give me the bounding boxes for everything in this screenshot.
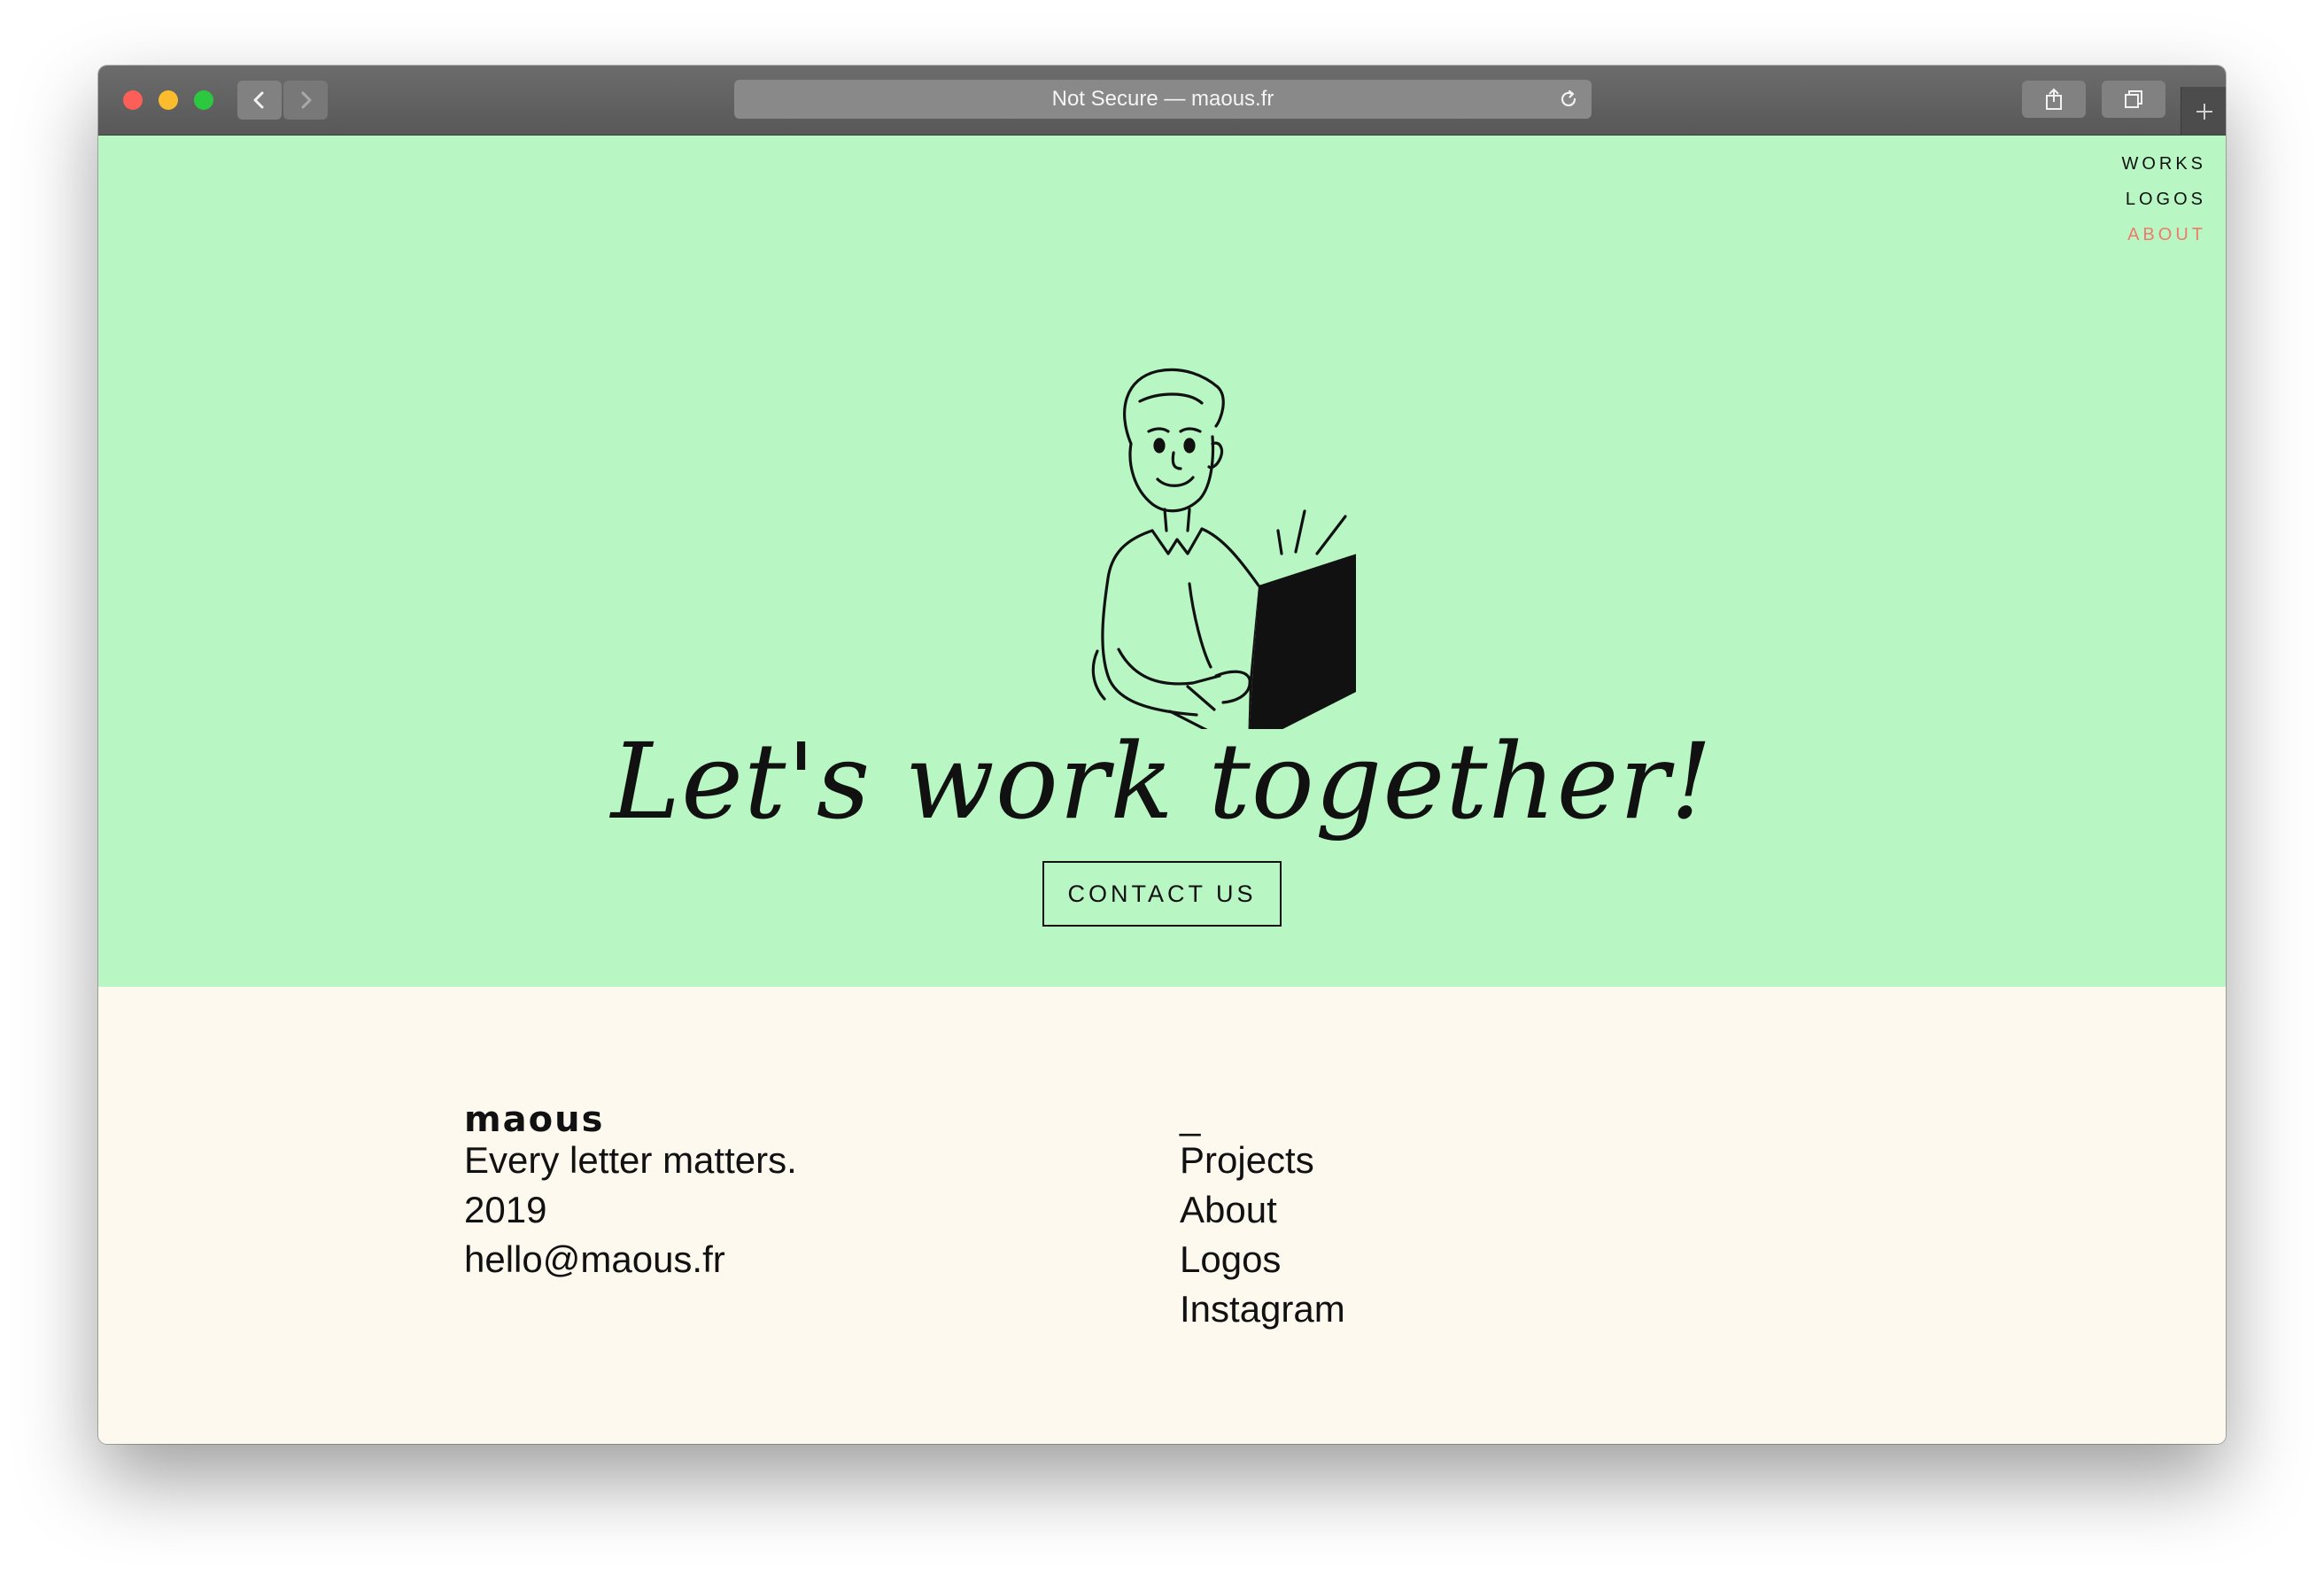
person-with-laptop-icon xyxy=(1091,368,1356,729)
plus-icon xyxy=(2196,104,2212,120)
footer-link-projects[interactable]: Projects xyxy=(1180,1136,1345,1185)
zoom-window-button[interactable] xyxy=(194,90,213,110)
footer-link-instagram[interactable]: Instagram xyxy=(1180,1284,1345,1334)
nav-item-works[interactable]: WORKS xyxy=(2121,146,2206,182)
hero-headline: Let's work together! xyxy=(610,720,1714,842)
footer-info: Every letter matters. 2019 hello@maous.f… xyxy=(464,1136,797,1284)
close-window-button[interactable] xyxy=(123,90,143,110)
address-text: Not Secure — maous.fr xyxy=(1051,87,1274,111)
browser-window: Not Secure — maous.fr WORKS LOGOS ABOUT … xyxy=(98,66,2226,1444)
footer-dash: _ xyxy=(1180,1095,1201,1137)
tagline: Every letter matters. xyxy=(464,1139,797,1181)
main-nav: WORKS LOGOS ABOUT xyxy=(2121,146,2206,252)
chevron-left-icon xyxy=(253,91,264,109)
footer-link-logos[interactable]: Logos xyxy=(1180,1235,1345,1284)
back-button[interactable] xyxy=(237,81,282,120)
nav-item-about[interactable]: ABOUT xyxy=(2121,217,2206,252)
forward-button[interactable] xyxy=(283,81,328,120)
new-tab-button[interactable] xyxy=(2181,87,2226,135)
footer-year: 2019 xyxy=(464,1189,547,1230)
tabs-icon xyxy=(2125,90,2142,108)
brand-logo[interactable]: maous xyxy=(464,1102,604,1137)
share-icon xyxy=(2046,88,2062,110)
email-link[interactable]: hello@maous.fr xyxy=(464,1235,797,1284)
browser-toolbar: Not Secure — maous.fr xyxy=(98,66,2226,136)
chevron-right-icon xyxy=(301,91,312,109)
reload-icon[interactable] xyxy=(1558,89,1579,110)
share-button[interactable] xyxy=(2022,81,2086,118)
address-bar[interactable]: Not Secure — maous.fr xyxy=(734,80,1592,119)
show-tabs-button[interactable] xyxy=(2102,81,2165,118)
nav-item-logos[interactable]: LOGOS xyxy=(2121,182,2206,217)
footer-link-about[interactable]: About xyxy=(1180,1185,1345,1235)
site-footer: maous Every letter matters. 2019 hello@m… xyxy=(98,987,2226,1444)
hero-section: WORKS LOGOS ABOUT Let's work together! C… xyxy=(98,136,2226,987)
footer-links: Projects About Logos Instagram xyxy=(1180,1136,1345,1334)
contact-us-button[interactable]: CONTACT US xyxy=(1042,861,1282,927)
minimize-window-button[interactable] xyxy=(159,90,178,110)
